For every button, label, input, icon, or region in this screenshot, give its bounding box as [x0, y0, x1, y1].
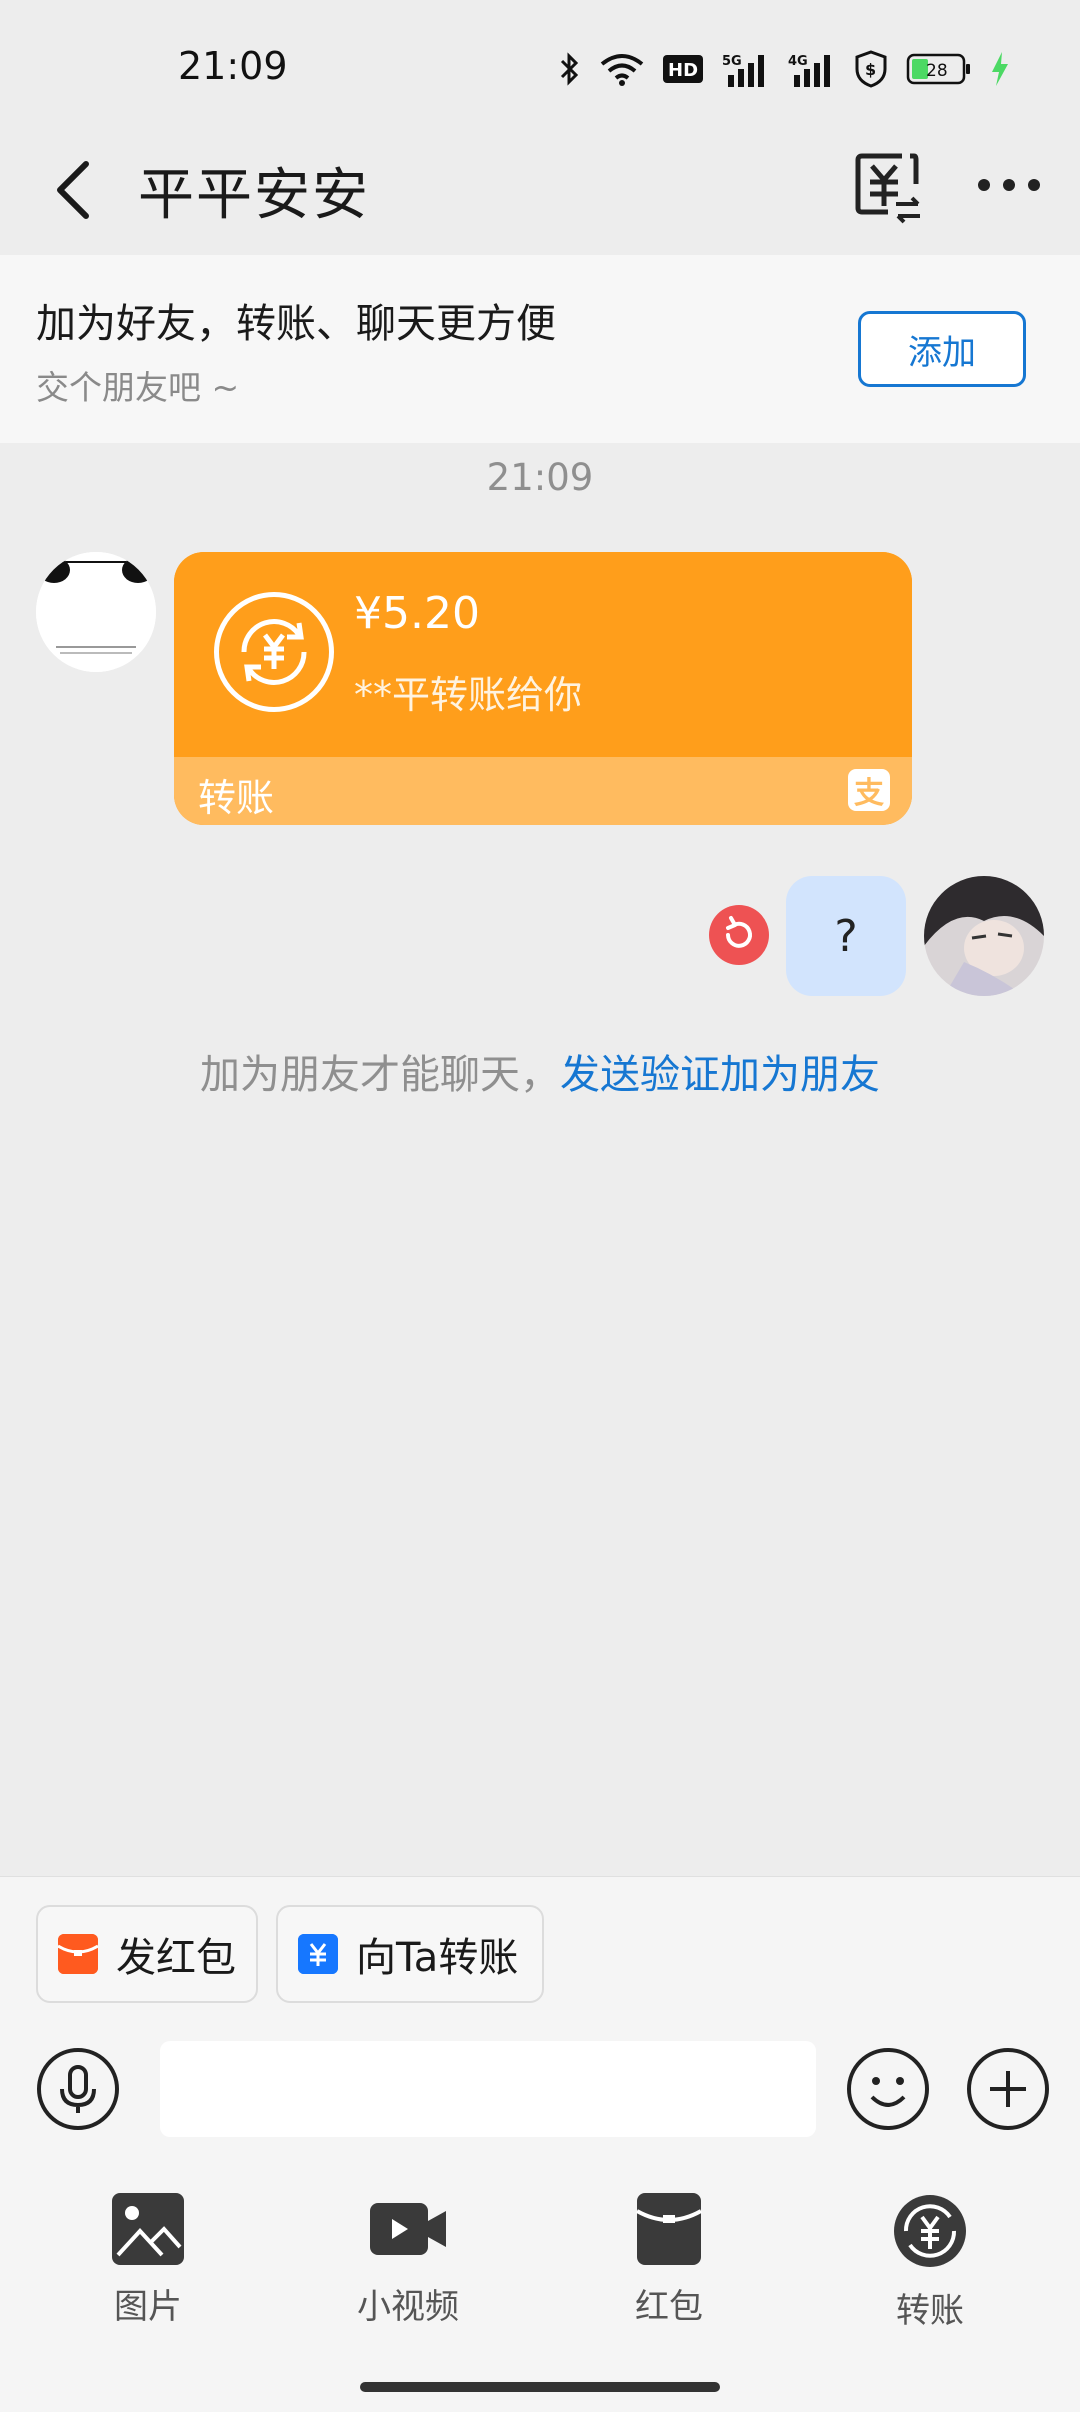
tool-transfer-label: 转账	[896, 2291, 964, 2331]
wifi-icon	[600, 54, 644, 86]
tool-red-packet[interactable]: 红包	[569, 2191, 769, 2351]
status-icons: HD 5G 4G $ 28	[558, 50, 1010, 88]
contact-avatar[interactable]	[36, 552, 156, 672]
tool-video-label: 小视频	[357, 2287, 459, 2327]
more-button[interactable]	[974, 160, 1044, 210]
tool-photo[interactable]: 图片	[48, 2191, 248, 2351]
my-message-bubble[interactable]: ?	[786, 876, 906, 996]
emoji-button[interactable]	[846, 2047, 930, 2131]
transfer-to-them-label: 向Ta转账	[356, 1935, 519, 1981]
charging-icon	[992, 52, 1008, 86]
tool-photo-label: 图片	[114, 2287, 182, 2327]
yuan-circle-icon	[894, 2195, 966, 2267]
panda-avatar-image	[36, 552, 156, 672]
hd-icon: HD	[663, 55, 703, 83]
yuan-refresh-icon	[241, 619, 307, 685]
bottom-panel: 发红包 向Ta转账 图片 小视频 红包 转账	[0, 1876, 1080, 2412]
smiley-icon	[847, 2048, 929, 2130]
transfer-description: **平转账给你	[354, 673, 583, 717]
chat-header: 平平安安	[0, 130, 1080, 255]
banner-subtitle: 交个朋友吧 ~	[36, 368, 240, 407]
my-avatar[interactable]	[924, 876, 1044, 996]
resend-icon[interactable]	[708, 904, 770, 966]
video-camera-icon	[370, 2203, 446, 2255]
transfer-card-icon	[214, 592, 334, 712]
signal-4g-icon: 4G	[788, 54, 830, 87]
add-friend-button[interactable]: 添加	[858, 311, 1026, 387]
battery-icon: 28	[906, 53, 970, 85]
yuan-exchange-icon	[855, 153, 920, 224]
send-red-packet-button[interactable]: 发红包	[36, 1905, 258, 2003]
signal-5g-icon: 5G	[722, 54, 764, 87]
red-packet-icon	[58, 1934, 98, 1974]
chat-title: 平平安安	[138, 163, 370, 228]
alipay-logo-icon: 支	[848, 769, 890, 811]
tool-transfer[interactable]: 转账	[830, 2191, 1030, 2351]
red-packet-outline-icon	[636, 2193, 702, 2265]
tool-red-packet-label: 红包	[635, 2287, 703, 2327]
transfer-card-footer: 转账 支	[174, 757, 912, 825]
refresh-icon	[709, 905, 769, 965]
battery-level: 28	[926, 61, 948, 81]
transfer-to-them-button[interactable]: 向Ta转账	[276, 1905, 544, 2003]
user-photo-avatar	[924, 876, 1044, 996]
microphone-icon	[37, 2048, 119, 2130]
add-friend-banner: 加为好友，转账、聊天更方便 交个朋友吧 ~ 添加	[0, 255, 1080, 443]
message-timestamp: 21:09	[486, 456, 594, 499]
plus-icon	[967, 2048, 1049, 2130]
image-icon	[112, 2193, 184, 2265]
transfer-records-button[interactable]	[852, 144, 924, 224]
hd-text: HD	[668, 60, 698, 81]
net1-text: 5G	[722, 54, 742, 69]
back-button[interactable]	[40, 150, 110, 230]
banner-title: 加为好友，转账、聊天更方便	[36, 301, 556, 347]
more-actions-button[interactable]	[966, 2047, 1050, 2131]
transfer-amount: ¥5.20	[354, 588, 480, 639]
system-tip: 加为朋友才能聊天，发送验证加为朋友	[0, 1042, 1080, 1100]
voice-input-button[interactable]	[36, 2047, 120, 2131]
chat-screen: 21:09 HD 5G 4G $ 28 平平安安 加为好友，转账、聊天更方便 交…	[0, 0, 1080, 2412]
system-tip-text: 加为朋友才能聊天，	[200, 1052, 560, 1098]
bluetooth-icon	[560, 52, 579, 86]
shield-dollar-icon: $	[855, 50, 887, 88]
transfer-card-label: 转账	[198, 776, 275, 820]
home-indicator[interactable]	[360, 2382, 720, 2392]
send-red-packet-label: 发红包	[116, 1935, 236, 1981]
status-bar: 21:09 HD 5G 4G $ 28	[0, 0, 1080, 130]
status-time: 21:09	[178, 44, 288, 88]
chevron-left-icon	[57, 161, 89, 219]
transfer-yuan-icon	[298, 1934, 338, 1974]
tool-video[interactable]: 小视频	[308, 2191, 508, 2351]
transfer-message-card[interactable]: ¥5.20 **平转账给你 转账 支	[174, 552, 912, 825]
more-dots-icon	[978, 179, 1040, 191]
message-input[interactable]	[160, 2041, 816, 2137]
send-verification-link[interactable]: 发送验证加为朋友	[560, 1052, 880, 1098]
svg-text:$: $	[865, 60, 876, 79]
net2-text: 4G	[788, 54, 808, 69]
transfer-card-body: ¥5.20 **平转账给你	[174, 552, 912, 757]
